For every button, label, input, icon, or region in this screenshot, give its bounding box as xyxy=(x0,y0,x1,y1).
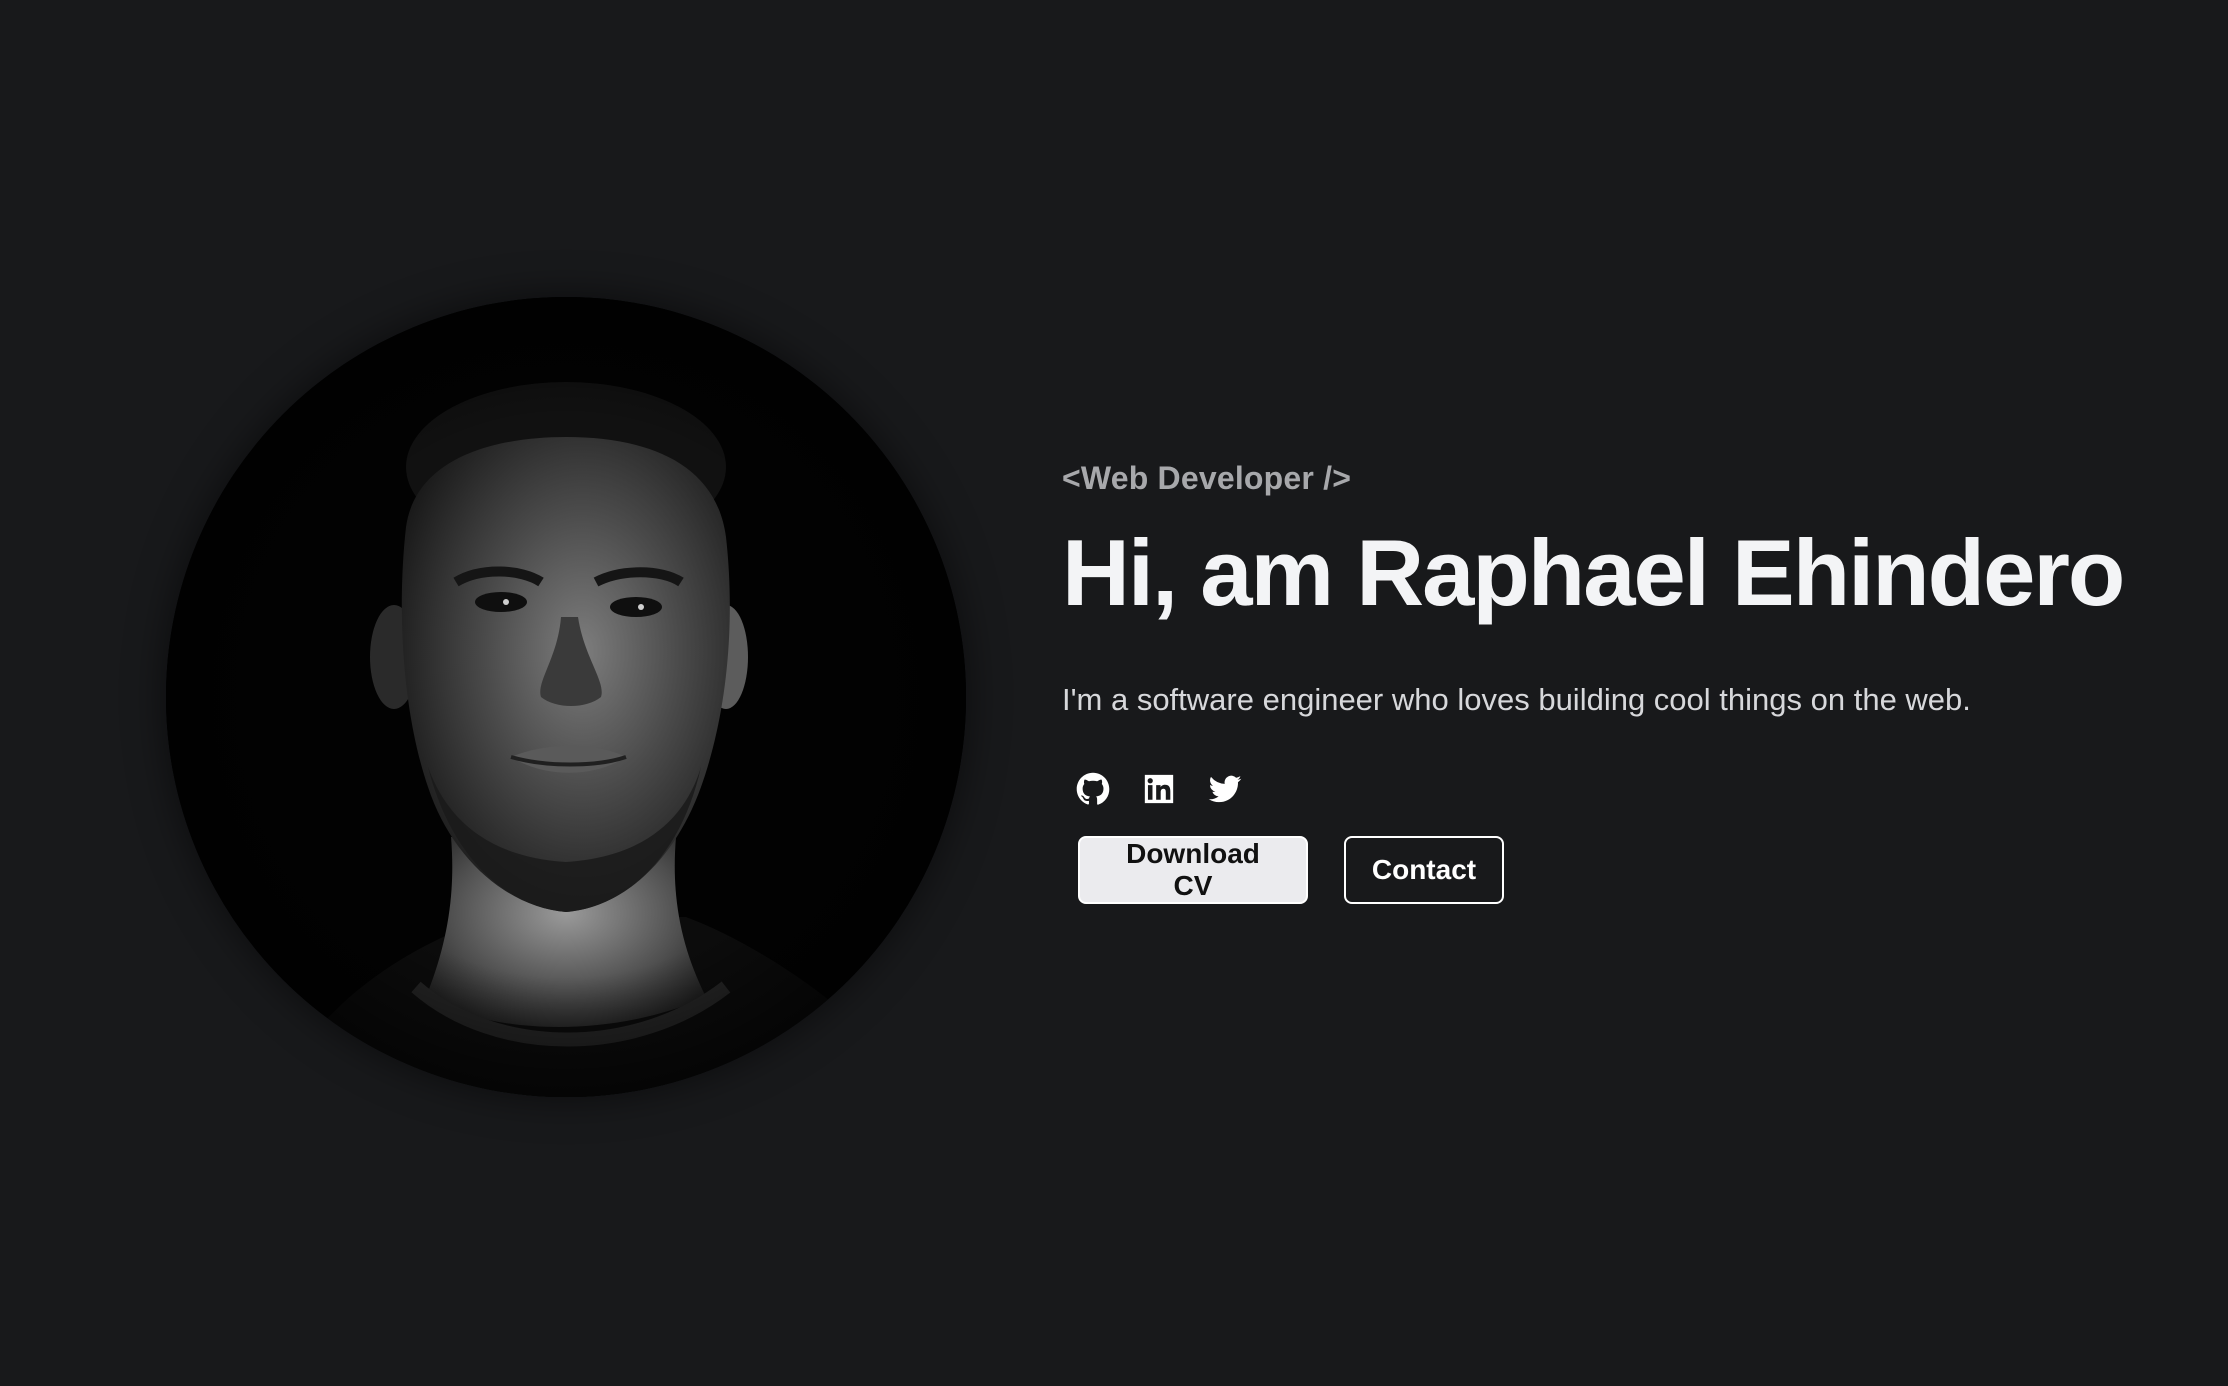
contact-button[interactable]: Contact xyxy=(1344,836,1504,904)
github-link[interactable] xyxy=(1076,772,1110,806)
page: <Web Developer /> Hi, am Raphael Ehinder… xyxy=(0,0,2228,1386)
hero-actions: Download CV Contact xyxy=(1078,836,2182,904)
github-icon xyxy=(1076,772,1110,805)
twitter-link[interactable] xyxy=(1208,772,1242,806)
download-cv-button[interactable]: Download CV xyxy=(1078,836,1308,904)
profile-photo xyxy=(166,297,966,1097)
hero-section: <Web Developer /> Hi, am Raphael Ehinder… xyxy=(1062,452,2182,904)
social-links xyxy=(1076,772,2182,806)
twitter-icon xyxy=(1208,775,1242,803)
linkedin-link[interactable] xyxy=(1142,772,1176,806)
page-title: Hi, am Raphael Ehindero xyxy=(1062,520,2125,625)
portrait-image xyxy=(166,297,966,1097)
role-label: <Web Developer /> xyxy=(1062,460,1352,496)
linkedin-icon xyxy=(1144,774,1174,804)
tagline: I'm a software engineer who loves buildi… xyxy=(1062,682,1971,717)
